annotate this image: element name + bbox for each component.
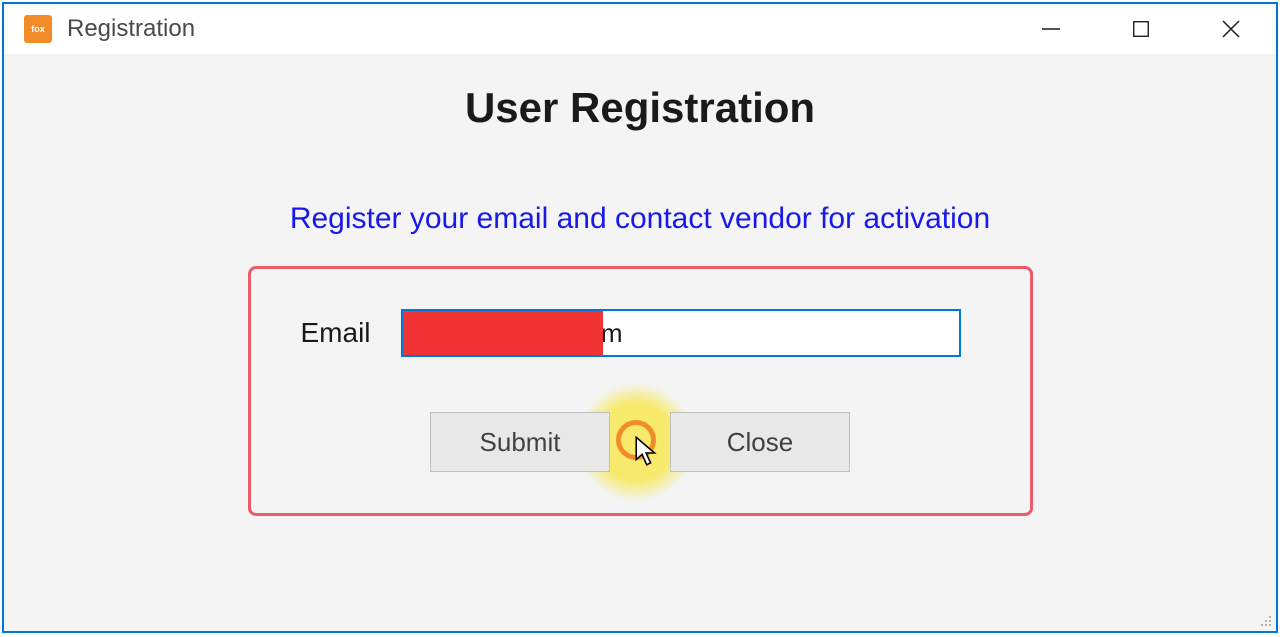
button-row: Submit Close (301, 412, 980, 472)
close-icon (1220, 18, 1242, 40)
titlebar[interactable]: fox Registration (4, 4, 1276, 54)
app-icon: fox (24, 15, 52, 43)
form-box: Email Submit Close (248, 266, 1033, 516)
cursor-icon (634, 436, 662, 470)
content-area: User Registration Register your email an… (4, 54, 1276, 631)
email-input-wrapper (401, 309, 961, 357)
minimize-button[interactable] (1006, 4, 1096, 54)
email-label: Email (301, 317, 371, 349)
maximize-icon (1131, 19, 1151, 39)
registration-window: fox Registration User Registr (2, 2, 1278, 633)
submit-button[interactable]: Submit (430, 412, 610, 472)
maximize-button[interactable] (1096, 4, 1186, 54)
email-row: Email (301, 309, 980, 357)
app-icon-label: fox (31, 25, 45, 34)
instruction-text: Register your email and contact vendor f… (4, 202, 1276, 236)
minimize-icon (1040, 18, 1062, 40)
click-highlight-ring (616, 420, 656, 460)
window-controls (1006, 4, 1276, 54)
window-title: Registration (67, 15, 195, 43)
close-window-button[interactable] (1186, 4, 1276, 54)
page-heading: User Registration (4, 84, 1276, 132)
redaction-overlay (403, 311, 603, 355)
close-button[interactable]: Close (670, 412, 850, 472)
resize-grip[interactable] (1256, 611, 1272, 627)
